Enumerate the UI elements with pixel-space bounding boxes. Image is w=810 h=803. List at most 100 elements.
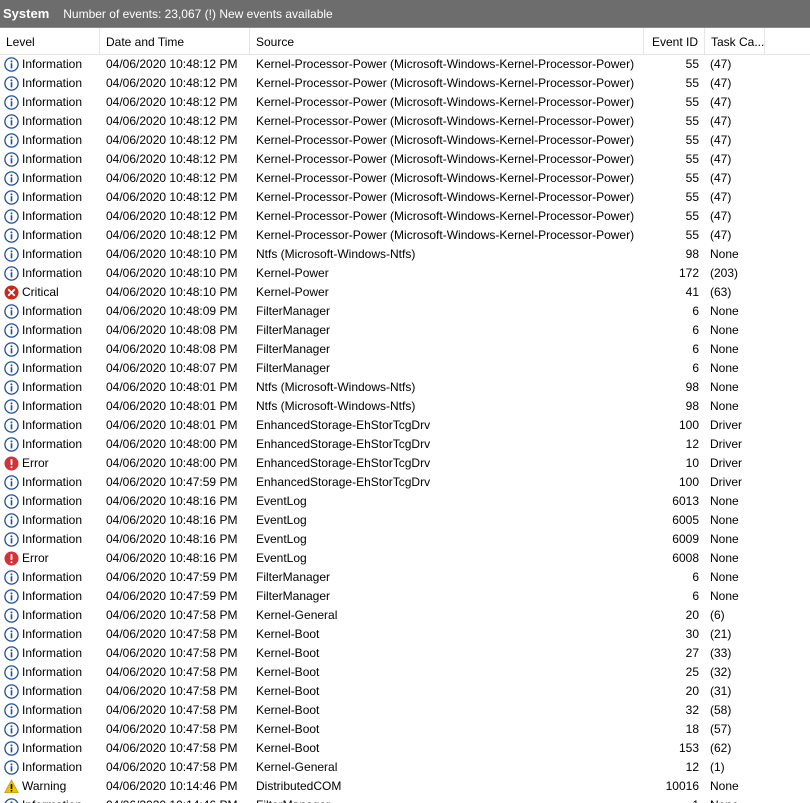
task-category-cell: (47): [710, 95, 732, 109]
info-icon: [4, 209, 19, 224]
source-cell: Kernel-Boot: [256, 722, 320, 736]
source-cell: Kernel-Processor-Power (Microsoft-Window…: [256, 228, 635, 242]
task-category-cell: None: [710, 494, 739, 508]
column-header-task-category[interactable]: Task Ca...: [705, 28, 765, 55]
event-id-cell: 98: [685, 247, 699, 261]
table-row[interactable]: Information 04/06/2020 10:48:12 PM Kernel-…: [0, 131, 810, 150]
table-row[interactable]: Information 04/06/2020 10:48:10 PM Kernel-…: [0, 264, 810, 283]
level-label: Critical: [22, 285, 59, 299]
source-cell: FilterManager: [256, 342, 331, 356]
task-category-cell: (32): [710, 665, 732, 679]
event-id-cell: 6: [692, 589, 699, 603]
table-row[interactable]: Information 04/06/2020 10:48:12 PM Kernel-…: [0, 93, 810, 112]
level-cell: Information: [4, 473, 100, 492]
task-category-cell: Driver: [710, 418, 742, 432]
info-icon: [4, 589, 19, 604]
table-row[interactable]: Critical 04/06/2020 10:48:10 PM Kernel-Pow…: [0, 283, 810, 302]
column-header-event-id[interactable]: Event ID: [644, 28, 705, 55]
table-row[interactable]: Information 04/06/2020 10:48:12 PM Kernel-…: [0, 55, 810, 74]
event-id-cell: 6: [692, 323, 699, 337]
info-icon: [4, 722, 19, 737]
date-time-cell: 04/06/2020 10:47:58 PM: [106, 665, 238, 679]
info-icon: [4, 247, 19, 262]
event-id-cell: 1: [643, 796, 699, 803]
table-row[interactable]: Information 04/06/2020 10:47:58 PM Kernel-…: [0, 644, 810, 663]
table-row[interactable]: Information 04/06/2020 10:48:12 PM Kernel-…: [0, 169, 810, 188]
task-category-cell: (58): [710, 703, 732, 717]
table-row[interactable]: Error 04/06/2020 10:48:00 PM EnhancedStora…: [0, 454, 810, 473]
level-label: Information: [22, 152, 83, 166]
table-row[interactable]: Information 04/06/2020 10:48:01 PM Enhance…: [0, 416, 810, 435]
table-row[interactable]: Information 04/06/2020 10:47:58 PM Kernel-…: [0, 739, 810, 758]
table-row[interactable]: Information 04/06/2020 10:14:46 PM FilterM…: [0, 796, 810, 803]
level-cell: Information: [4, 720, 100, 739]
table-row[interactable]: Information 04/06/2020 10:47:58 PM Kernel-…: [0, 720, 810, 739]
table-row[interactable]: Information 04/06/2020 10:48:12 PM Kernel-…: [0, 226, 810, 245]
date-time-cell: 04/06/2020 10:47:59 PM: [106, 570, 238, 584]
level-label: Information: [22, 323, 83, 337]
column-header-level[interactable]: Level: [0, 28, 100, 55]
table-row[interactable]: Information 04/06/2020 10:47:58 PM Kernel-…: [0, 758, 810, 777]
table-row[interactable]: Information 04/06/2020 10:48:16 PM EventLo…: [0, 511, 810, 530]
table-row[interactable]: Information 04/06/2020 10:48:01 PM Ntfs (M…: [0, 378, 810, 397]
table-row[interactable]: Information 04/06/2020 10:48:12 PM Kernel-…: [0, 188, 810, 207]
table-row[interactable]: Information 04/06/2020 10:48:16 PM EventLo…: [0, 492, 810, 511]
table-row[interactable]: Information 04/06/2020 10:47:58 PM Kernel-…: [0, 663, 810, 682]
date-time-cell: 04/06/2020 10:48:16 PM: [106, 494, 238, 508]
table-row[interactable]: Information 04/06/2020 10:47:58 PM Kernel-…: [0, 682, 810, 701]
table-row[interactable]: Warning 04/06/2020 10:14:46 PM Distributed…: [0, 777, 810, 796]
info-icon: [4, 608, 19, 623]
task-category-cell: (47): [710, 209, 732, 223]
table-row[interactable]: Information 04/06/2020 10:47:58 PM Kernel-…: [0, 625, 810, 644]
table-row[interactable]: Information 04/06/2020 10:48:01 PM Ntfs (M…: [0, 397, 810, 416]
table-row[interactable]: Information 04/06/2020 10:48:16 PM EventLo…: [0, 530, 810, 549]
table-row[interactable]: Information 04/06/2020 10:48:12 PM Kernel-…: [0, 112, 810, 131]
info-icon: [4, 532, 19, 547]
column-header-date-time[interactable]: Date and Time: [100, 28, 250, 55]
table-row[interactable]: Information 04/06/2020 10:47:58 PM Kernel-…: [0, 606, 810, 625]
table-row[interactable]: Error 04/06/2020 10:48:16 PM EventLog 6008 N…: [0, 549, 810, 568]
column-header-source[interactable]: Source: [250, 28, 644, 55]
table-row[interactable]: Information 04/06/2020 10:48:00 PM Enhance…: [0, 435, 810, 454]
date-time-cell: 04/06/2020 10:47:58 PM: [106, 627, 238, 641]
level-cell: Information: [4, 511, 100, 530]
event-id-cell: 41: [685, 285, 699, 299]
info-icon: [4, 741, 19, 756]
source-cell: DistributedCOM: [256, 779, 342, 793]
table-row[interactable]: Information 04/06/2020 10:48:07 PM FilterM…: [0, 359, 810, 378]
source-cell: Kernel-Processor-Power (Microsoft-Window…: [256, 171, 635, 185]
info-icon: [4, 418, 19, 433]
task-category-cell: (62): [710, 741, 732, 755]
table-row[interactable]: Information 04/06/2020 10:48:08 PM FilterM…: [0, 321, 810, 340]
table-row[interactable]: Information 04/06/2020 10:48:12 PM Kernel-…: [0, 74, 810, 93]
source-cell: FilterManager: [256, 570, 331, 584]
table-row[interactable]: Information 04/06/2020 10:48:12 PM Kernel-…: [0, 150, 810, 169]
source-cell: EnhancedStorage-EhStorTcgDrv: [256, 437, 431, 451]
info-icon: [4, 266, 19, 281]
table-row[interactable]: Information 04/06/2020 10:47:59 PM Enhance…: [0, 473, 810, 492]
table-row[interactable]: Information 04/06/2020 10:48:12 PM Kernel-…: [0, 207, 810, 226]
date-time-cell: 04/06/2020 10:48:16 PM: [106, 532, 238, 546]
date-time-cell: 04/06/2020 10:48:10 PM: [106, 266, 238, 280]
level-label: Information: [22, 228, 83, 242]
level-cell: Information: [4, 530, 100, 549]
level-label: Information: [22, 589, 83, 603]
table-row[interactable]: Information 04/06/2020 10:48:10 PM Ntfs (M…: [0, 245, 810, 264]
info-icon: [4, 114, 19, 129]
table-row[interactable]: Information 04/06/2020 10:47:59 PM FilterM…: [0, 587, 810, 606]
event-id-cell: 100: [678, 418, 699, 432]
table-row[interactable]: Information 04/06/2020 10:48:08 PM FilterM…: [0, 340, 810, 359]
table-row[interactable]: Information 04/06/2020 10:47:59 PM FilterM…: [0, 568, 810, 587]
date-time-cell: 04/06/2020 10:48:08 PM: [106, 323, 238, 337]
error-icon: [4, 551, 19, 566]
task-category-cell: None: [710, 247, 739, 261]
date-time-cell: 04/06/2020 10:48:12 PM: [106, 76, 238, 90]
source-cell: EventLog: [256, 551, 307, 565]
table-row[interactable]: Information 04/06/2020 10:48:09 PM FilterM…: [0, 302, 810, 321]
date-time-cell: 04/06/2020 10:47:58 PM: [106, 684, 238, 698]
source-cell: Ntfs (Microsoft-Windows-Ntfs): [256, 380, 416, 394]
event-id-cell: 10016: [665, 779, 699, 793]
table-row[interactable]: Information 04/06/2020 10:47:58 PM Kernel-…: [0, 701, 810, 720]
event-id-cell: 55: [685, 76, 699, 90]
level-cell: Information: [4, 606, 100, 625]
